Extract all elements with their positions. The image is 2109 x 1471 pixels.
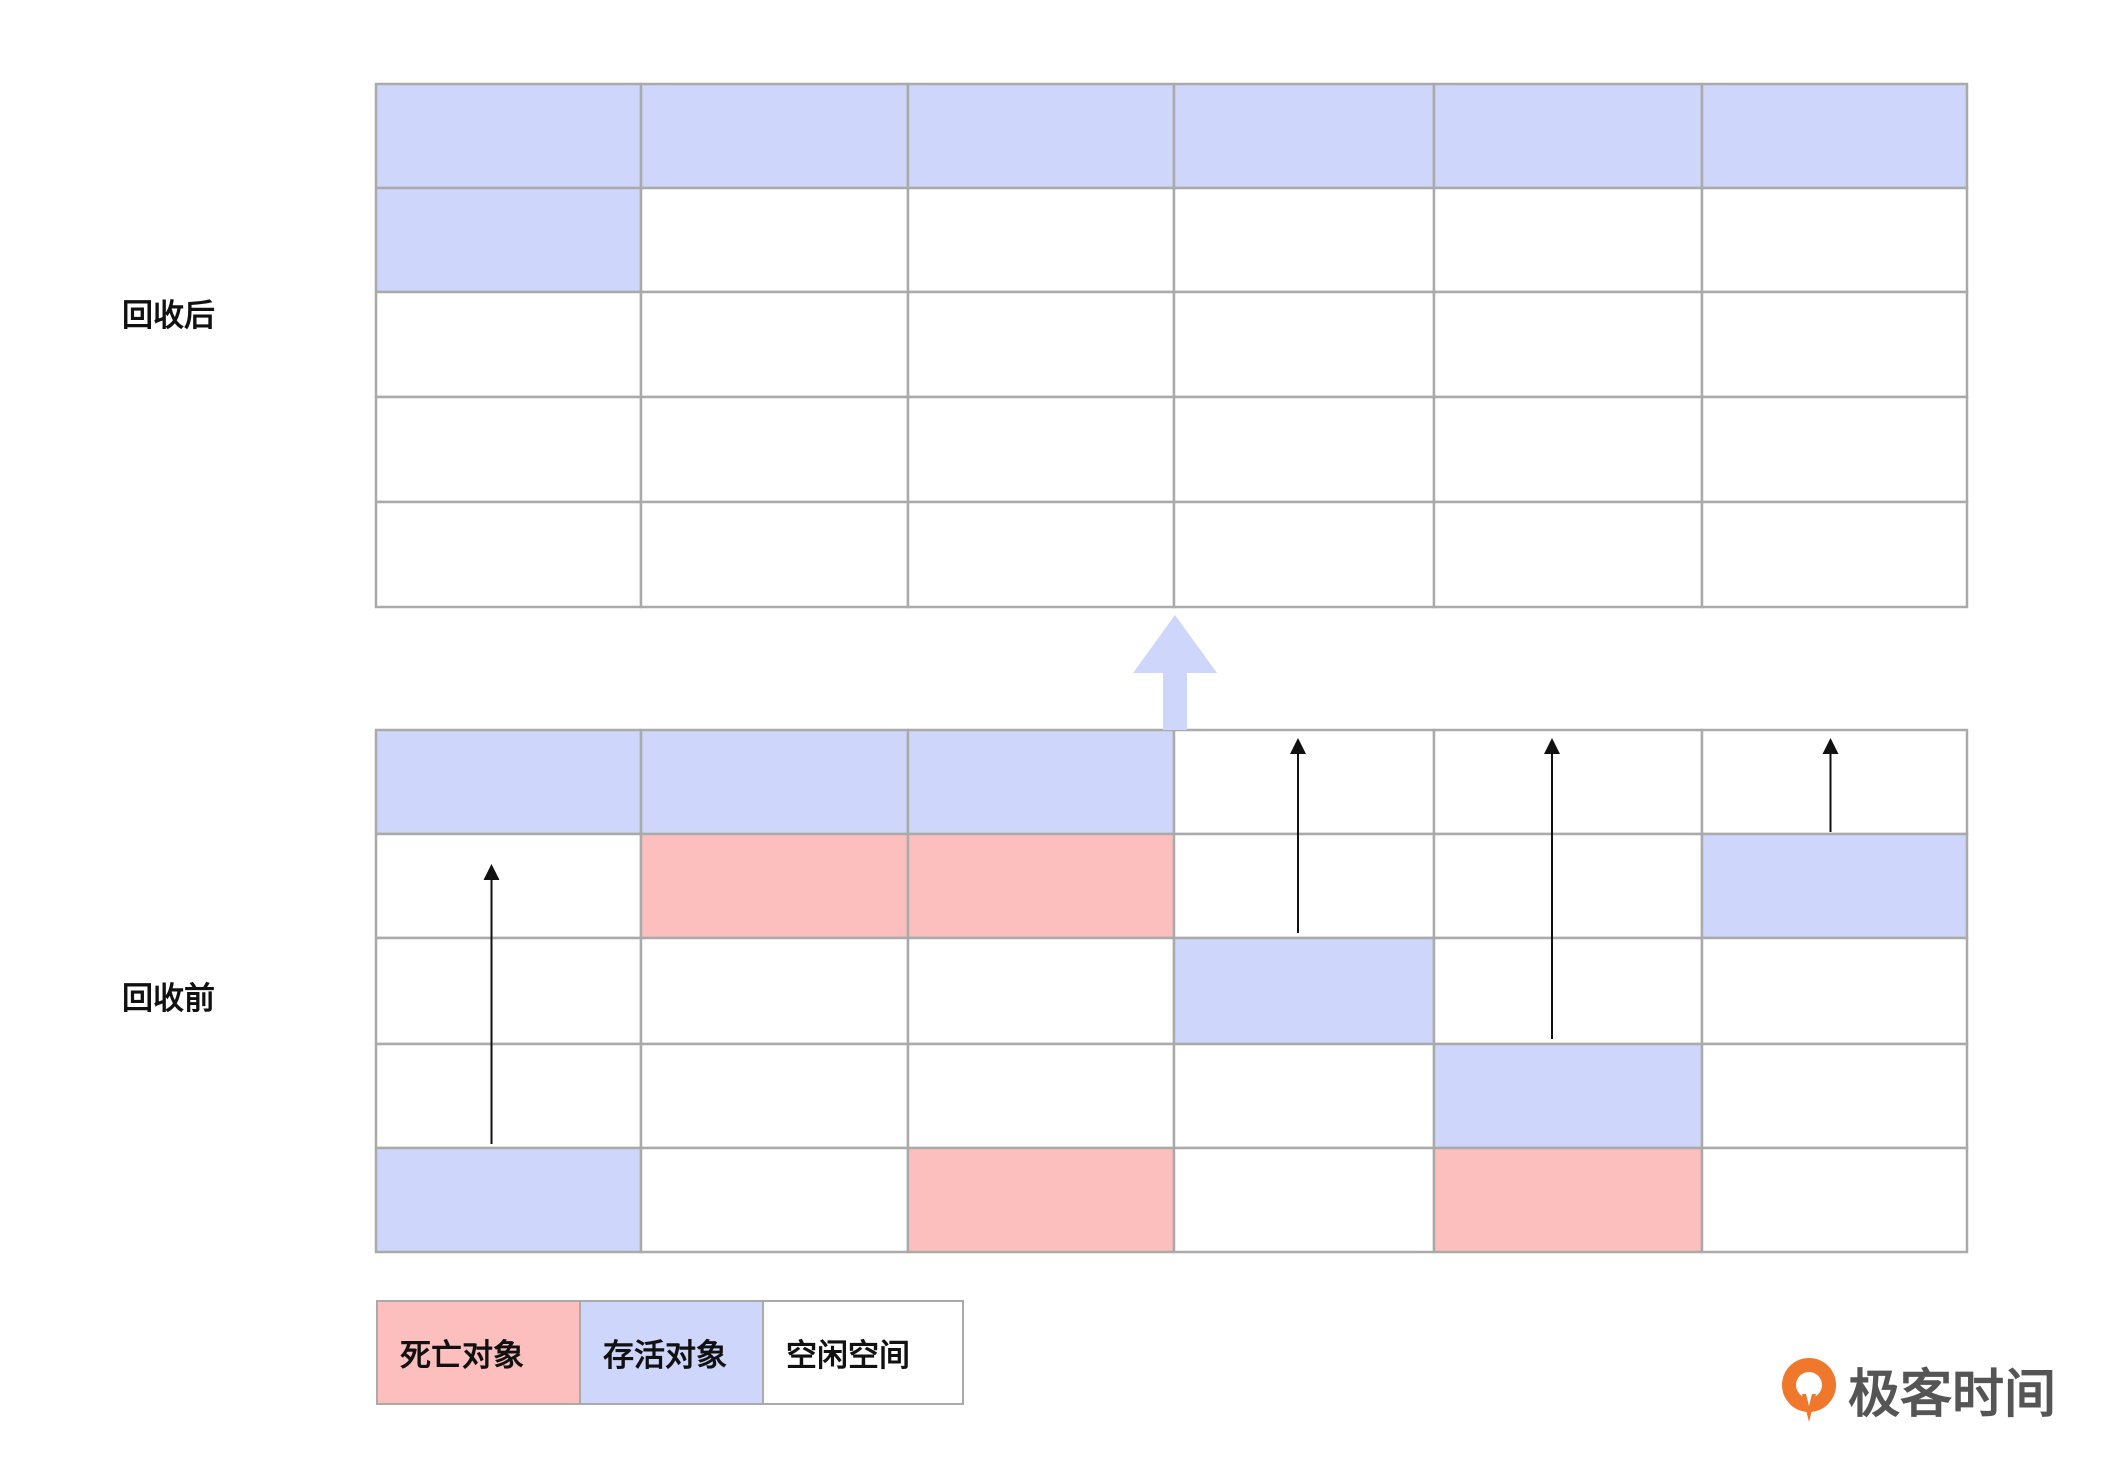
before-cell-dead (1432, 1146, 1704, 1254)
before-cell-live (374, 728, 643, 836)
after-cell-free (639, 290, 910, 399)
gc-diagram (374, 82, 1969, 1254)
legend-dead: 死亡对象 (378, 1302, 581, 1403)
before-cell-free (374, 936, 643, 1046)
before-cell-free (1172, 1042, 1436, 1150)
compaction-arrow-icon (1133, 615, 1217, 730)
before-cell-free (1172, 728, 1436, 836)
after-cell-free (1172, 500, 1436, 609)
after-cell-free (1700, 500, 1969, 609)
before-cell-free (1700, 728, 1969, 836)
after-cell-live (374, 186, 643, 294)
legend: 死亡对象 存活对象 空闲空间 (376, 1300, 964, 1405)
after-cell-free (639, 395, 910, 504)
before-cell-live (1432, 1042, 1704, 1150)
after-cell-free (374, 500, 643, 609)
before-cell-free (1172, 1146, 1436, 1254)
after-cell-free (1172, 186, 1436, 294)
legend-free: 空闲空间 (764, 1302, 962, 1403)
before-cell-free (639, 936, 910, 1046)
after-cell-free (906, 500, 1176, 609)
before-cell-free (1432, 832, 1704, 940)
after-cell-free (374, 395, 643, 504)
after-cell-free (1432, 186, 1704, 294)
after-cell-free (1172, 290, 1436, 399)
before-cell-free (906, 1042, 1176, 1150)
after-cell-live (1432, 82, 1704, 190)
before-cell-live (639, 728, 910, 836)
after-cell-free (639, 500, 910, 609)
after-cell-free (906, 395, 1176, 504)
label-before: 回收前 (122, 981, 215, 1017)
after-cell-free (1172, 395, 1436, 504)
logo-icon (1782, 1357, 1836, 1422)
before-cell-live (374, 1146, 643, 1254)
after-cell-live (906, 82, 1176, 190)
after-cell-free (1432, 290, 1704, 399)
after-cell-free (1700, 186, 1969, 294)
before-cell-live (906, 728, 1176, 836)
before-cell-free (374, 1042, 643, 1150)
logo: 极客时间 (1778, 1352, 2056, 1427)
after-cell-free (906, 290, 1176, 399)
before-cell-free (1172, 832, 1436, 940)
after-cell-free (906, 186, 1176, 294)
after-cell-live (1700, 82, 1969, 190)
after-cell-free (1432, 395, 1704, 504)
before-cell-dead (906, 1146, 1176, 1254)
before-cell-live (1172, 936, 1436, 1046)
before-cell-free (1432, 936, 1704, 1046)
after-cell-free (374, 290, 643, 399)
before-cell-free (374, 832, 643, 940)
logo-text: 极客时间 (1848, 1365, 2057, 1425)
after-cell-free (1700, 395, 1969, 504)
after-cell-live (639, 82, 910, 190)
legend-live: 存活对象 (581, 1302, 764, 1403)
before-cell-free (639, 1146, 910, 1254)
before-cell-free (906, 936, 1176, 1046)
before-cell-free (1432, 728, 1704, 836)
label-after: 回收后 (122, 298, 215, 334)
before-cell-dead (906, 832, 1176, 940)
before-cell-free (1700, 1146, 1969, 1254)
after-cell-live (1172, 82, 1436, 190)
after-cell-free (639, 186, 910, 294)
after-cell-live (374, 82, 643, 190)
before-cell-free (1700, 1042, 1969, 1150)
before-cell-dead (639, 832, 910, 940)
before-cell-live (1700, 832, 1969, 940)
before-cell-free (639, 1042, 910, 1150)
after-cell-free (1432, 500, 1704, 609)
before-cell-free (1700, 936, 1969, 1046)
after-cell-free (1700, 290, 1969, 399)
